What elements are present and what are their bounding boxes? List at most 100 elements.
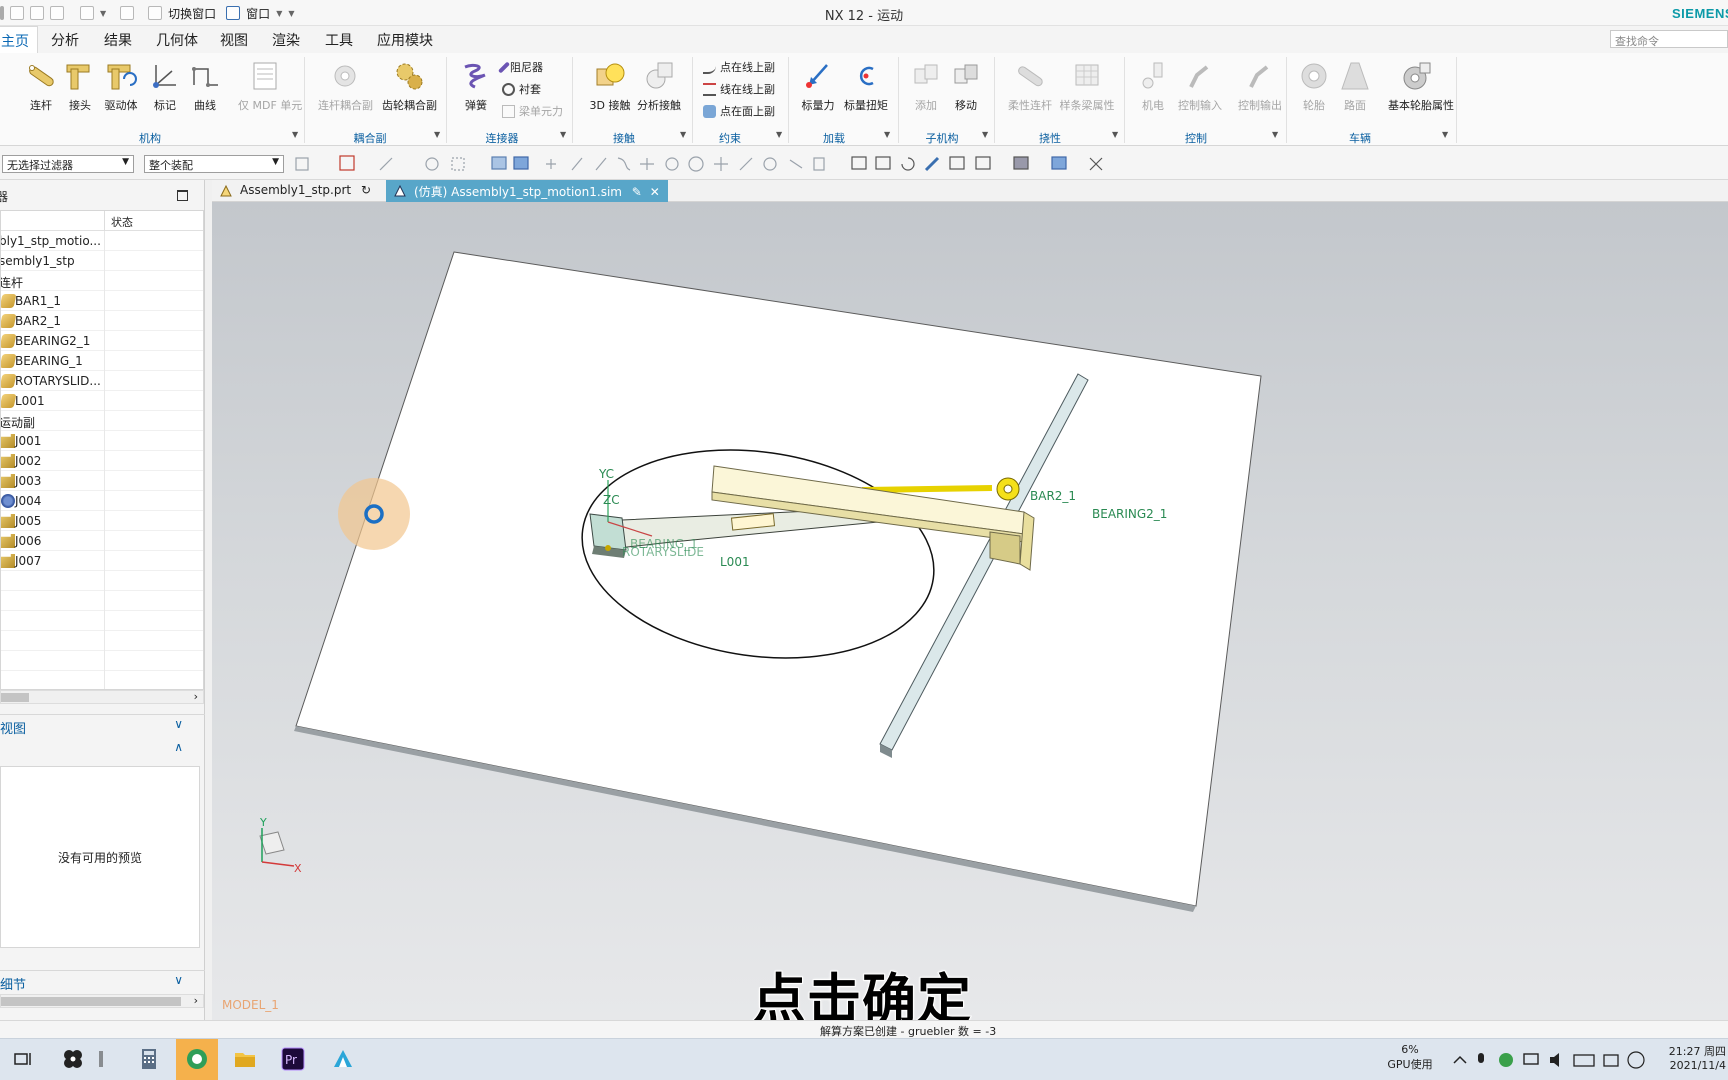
cube-icon[interactable]: [1051, 156, 1067, 170]
tangent-icon[interactable]: [739, 157, 753, 171]
circle-icon[interactable]: [688, 156, 704, 172]
table-icon[interactable]: [975, 156, 991, 170]
camera-icon[interactable]: [851, 156, 867, 170]
driver-button[interactable]: 驱动体: [98, 59, 144, 113]
motor-button[interactable]: 机电: [1130, 59, 1176, 113]
graphics-viewport[interactable]: YC ZC BAR2_1 BEARING2_1 BEARING_1 ROTARY…: [212, 202, 1728, 1020]
spring-button[interactable]: 弹簧: [453, 59, 499, 113]
keyboard-icon[interactable]: [1573, 1054, 1595, 1067]
quadrant-icon[interactable]: [763, 157, 777, 171]
pick-icon[interactable]: [379, 157, 393, 171]
brush-icon[interactable]: [924, 156, 940, 172]
ime-mode-icon[interactable]: [1627, 1051, 1645, 1069]
command-search-input[interactable]: 查找命令: [1610, 30, 1728, 48]
spline-beam-button[interactable]: 样条梁属性: [1058, 59, 1116, 113]
tab-motion-sim[interactable]: (仿真) Assembly1_stp_motion1.sim ✎ ✕: [386, 180, 668, 202]
move-button[interactable]: 移动: [943, 59, 989, 113]
mdf-only-button[interactable]: 仅 MDF 单元: [238, 59, 302, 113]
navigator-tree[interactable]: 状态 bly1_stp_motio... sembly1_stp 连杆 BAR1_1 B…: [0, 210, 204, 690]
tree-row[interactable]: 运动副: [1, 411, 203, 431]
ime-icon[interactable]: [1603, 1054, 1619, 1067]
chevron-down-icon[interactable]: ▼: [680, 130, 686, 139]
chevron-right-icon[interactable]: ›: [194, 690, 198, 703]
horizontal-scrollbar[interactable]: ›: [0, 690, 204, 704]
tree-row[interactable]: J007: [1, 551, 203, 571]
contact-3d-button[interactable]: 3D 接触: [585, 59, 635, 113]
tab-analysis[interactable]: 分析: [51, 30, 79, 50]
gear-coupler-button[interactable]: 齿轮耦合副: [382, 59, 437, 113]
tree-row[interactable]: J001: [1, 431, 203, 451]
diagonal-icon[interactable]: [595, 157, 607, 171]
ortho-icon[interactable]: [1089, 157, 1103, 171]
chevron-down-icon[interactable]: ▼: [434, 130, 440, 139]
filter-icon[interactable]: [295, 157, 309, 171]
chevron-down-icon[interactable]: ▼: [560, 130, 566, 139]
grid-icon[interactable]: [813, 157, 825, 171]
lasso-icon[interactable]: [425, 157, 439, 171]
tree-row[interactable]: J006: [1, 531, 203, 551]
tab-tools[interactable]: 工具: [325, 30, 353, 50]
status-column-header[interactable]: 状态: [111, 214, 133, 230]
box-select-icon[interactable]: [451, 157, 465, 171]
clock[interactable]: 21:27 周四 2021/11/4: [1654, 1043, 1726, 1072]
chevron-down-icon[interactable]: ▼: [776, 130, 782, 139]
tree-row[interactable]: J005: [1, 511, 203, 531]
tree-row[interactable]: 连杆: [1, 271, 203, 291]
taskbar-premiere[interactable]: Pr: [272, 1039, 314, 1080]
analytic-contact-button[interactable]: 分析接触: [634, 59, 684, 113]
tab-geometry[interactable]: 几何体: [156, 30, 198, 50]
taskbar-browser[interactable]: [176, 1039, 218, 1080]
beam-force-button[interactable]: 梁单元力: [502, 103, 563, 119]
tree-row[interactable]: BEARING2_1: [1, 331, 203, 351]
tree-row[interactable]: L001: [1, 391, 203, 411]
tab-applications[interactable]: 应用模块: [377, 30, 433, 50]
chevron-up-icon[interactable]: ∧: [174, 740, 183, 754]
point-on-curve-button[interactable]: 点在线上副: [703, 59, 775, 75]
chevron-right-icon[interactable]: ›: [194, 994, 198, 1007]
link-coupler-button[interactable]: 连杆耦合副: [318, 59, 373, 113]
bushing-button[interactable]: 衬套: [502, 81, 541, 97]
face-point-icon[interactable]: [789, 159, 803, 169]
tree-row[interactable]: BEARING_1: [1, 351, 203, 371]
solid-icon[interactable]: [491, 156, 507, 170]
chevron-down-icon[interactable]: ▼: [982, 130, 988, 139]
curve-button[interactable]: 曲线: [182, 59, 228, 113]
base-plate[interactable]: [295, 251, 1262, 907]
control-input-button[interactable]: 控制输入: [1174, 59, 1226, 113]
tab-home[interactable]: 主页: [0, 26, 38, 53]
tire-button[interactable]: 轮胎: [1291, 59, 1337, 113]
curve-on-curve-button[interactable]: 线在线上副: [703, 81, 775, 97]
damper-button[interactable]: 阻尼器: [497, 59, 543, 75]
intersection-icon[interactable]: [640, 158, 654, 170]
tree-row[interactable]: BAR1_1: [1, 291, 203, 311]
arc-center-icon[interactable]: [665, 157, 679, 171]
tree-row[interactable]: BAR2_1: [1, 311, 203, 331]
details-scrollbar[interactable]: ›: [0, 994, 204, 1008]
capture-icon[interactable]: [875, 156, 891, 170]
chevron-down-icon[interactable]: ▼: [884, 130, 890, 139]
control-output-button[interactable]: 控制输出: [1234, 59, 1286, 113]
body-icon[interactable]: [513, 156, 529, 170]
road-button[interactable]: 路面: [1332, 59, 1378, 113]
crank-arm[interactable]: [861, 485, 993, 493]
gpu-usage-widget[interactable]: 6% GPU使用: [1382, 1043, 1438, 1072]
tree-row[interactable]: J003: [1, 471, 203, 491]
point-on-surface-button[interactable]: 点在面上副: [703, 103, 775, 119]
refresh-icon[interactable]: ↻: [361, 183, 371, 197]
flexible-link-button[interactable]: 柔性连杆: [1004, 59, 1056, 113]
point-icon[interactable]: [546, 159, 556, 169]
close-icon[interactable]: ✕: [650, 185, 660, 199]
wechat-icon[interactable]: [1499, 1053, 1513, 1067]
chevron-down-icon[interactable]: ∨: [174, 717, 183, 731]
volume-icon[interactable]: [1550, 1053, 1559, 1067]
taskbar-app-fan[interactable]: [52, 1039, 94, 1080]
chevron-down-icon[interactable]: ▼: [1442, 130, 1448, 139]
tree-row[interactable]: ROTARYSLID...: [1, 371, 203, 391]
scene-3d[interactable]: YC ZC BAR2_1 BEARING2_1 BEARING_1 ROTARY…: [212, 202, 1728, 1020]
scalar-torque-button[interactable]: 标量扭矩: [840, 59, 892, 113]
tire-properties-button[interactable]: 基本轮胎属性: [1388, 59, 1454, 113]
section-view-header[interactable]: 视图 ∨: [0, 714, 205, 738]
edit-icon[interactable]: ✎: [632, 185, 642, 199]
network-icon[interactable]: [1523, 1053, 1539, 1065]
taskbar-nx[interactable]: [322, 1039, 364, 1080]
